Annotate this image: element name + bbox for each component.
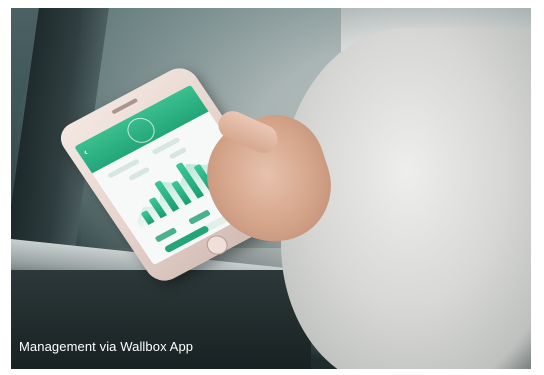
car-door-panel bbox=[11, 270, 311, 369]
photo-frame: ‹ bbox=[11, 8, 531, 369]
app-pill bbox=[128, 166, 151, 182]
back-arrow-icon: ‹ bbox=[81, 147, 90, 157]
app-pill bbox=[168, 146, 188, 160]
app-logo-icon bbox=[122, 113, 160, 148]
phone-speaker bbox=[111, 97, 139, 115]
photo-caption: Management via Wallbox App bbox=[19, 339, 194, 354]
stat-value bbox=[154, 227, 178, 243]
stat-value bbox=[188, 209, 211, 225]
